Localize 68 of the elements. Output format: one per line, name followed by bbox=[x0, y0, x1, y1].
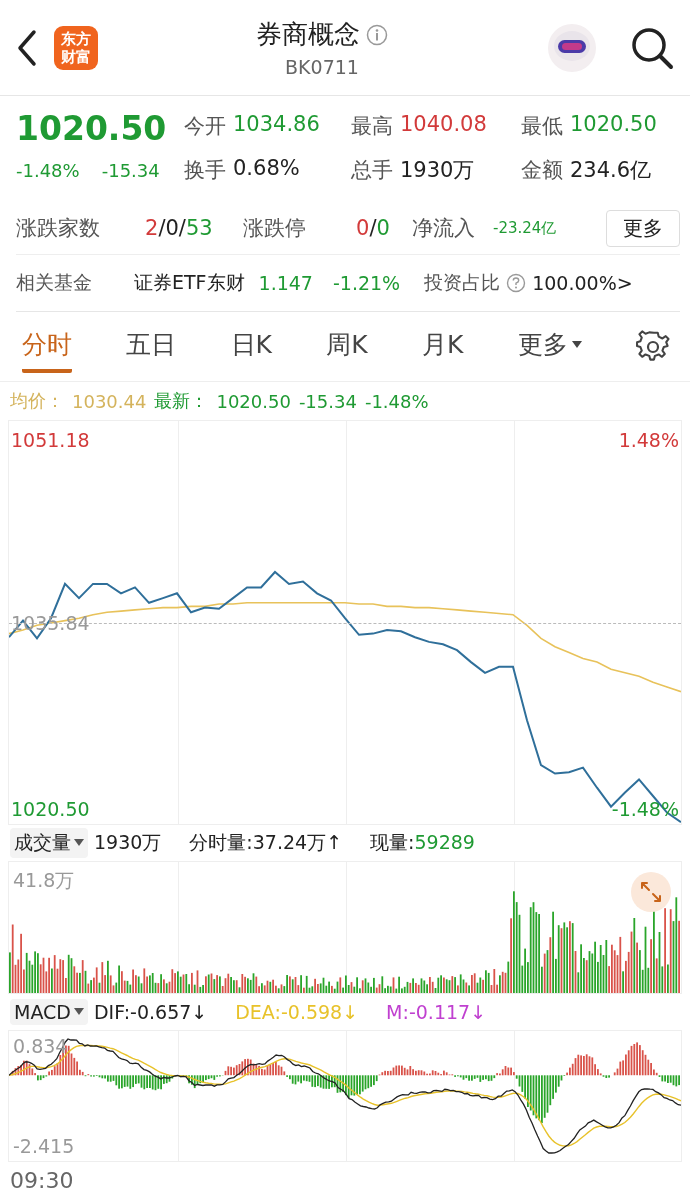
stat-value: 1930万 bbox=[400, 157, 475, 184]
caret-icon bbox=[571, 340, 582, 349]
stat-label: 最低 bbox=[521, 113, 563, 140]
axis-label: -2.415 bbox=[13, 1135, 75, 1157]
stat-value: -23.24亿 bbox=[493, 218, 558, 238]
stat-label: 今开 bbox=[184, 113, 226, 140]
app-logo: 东方 财富 bbox=[54, 25, 98, 70]
chart-tab[interactable]: 周K bbox=[326, 320, 368, 373]
chart-tab[interactable]: 月K bbox=[422, 320, 464, 373]
page-title: 券商概念 bbox=[256, 18, 360, 51]
stat-label: 金额 bbox=[521, 157, 563, 184]
chevron-text[interactable]: > bbox=[616, 272, 633, 294]
axis-label: 1051.18 bbox=[11, 429, 90, 451]
latest-change: -15.34 bbox=[298, 390, 357, 412]
latest-price: 1020.50 bbox=[216, 390, 291, 412]
stat-value: 0/0 bbox=[356, 216, 391, 240]
chart-tab[interactable]: 日K bbox=[230, 320, 272, 373]
fund-name[interactable]: 证券ETF东财 bbox=[134, 270, 245, 296]
stat-value: 1040.08 bbox=[400, 112, 487, 138]
stat-value: 1020.50 bbox=[570, 112, 657, 138]
robot-assistant-icon[interactable] bbox=[546, 21, 598, 74]
latest-change-percent: -1.48% bbox=[364, 390, 429, 412]
dea-value: DEA:-0.598↓ bbox=[235, 1001, 359, 1023]
dif-value: DIF:-0.657↓ bbox=[93, 1001, 208, 1023]
more-dropdown[interactable]: 更多 bbox=[517, 320, 582, 373]
info-icon[interactable] bbox=[366, 23, 388, 46]
average-price: 1030.44 bbox=[72, 390, 147, 412]
stat-label: 总手 bbox=[351, 157, 393, 184]
change-percent: -1.48% bbox=[16, 160, 80, 181]
average-price-label: 均价： bbox=[10, 389, 64, 413]
change-amount: -15.34 bbox=[101, 160, 160, 181]
stat-value: 234.6亿 bbox=[570, 157, 652, 184]
stat-label: 最高 bbox=[351, 113, 393, 140]
help-icon[interactable] bbox=[506, 273, 527, 293]
axis-label: 1020.50 bbox=[11, 798, 90, 820]
current-volume: 现量:59289 bbox=[370, 830, 475, 855]
indicator-selector[interactable]: MACD bbox=[10, 999, 88, 1025]
fund-label: 相关基金 bbox=[16, 270, 93, 295]
chart-tab[interactable]: 分时 bbox=[22, 320, 72, 373]
stat-value: 1034.86 bbox=[233, 112, 320, 138]
search-icon[interactable] bbox=[630, 25, 674, 70]
ratio-label: 投资占比 bbox=[424, 270, 501, 295]
stat-value: 2/0/53 bbox=[145, 216, 214, 240]
stat-label: 涨跌家数 bbox=[16, 215, 101, 242]
caret-icon bbox=[74, 839, 84, 847]
board-code: BK0711 bbox=[285, 56, 359, 78]
latest-label: 最新： bbox=[154, 389, 209, 413]
fund-price: 1.147 bbox=[258, 272, 313, 294]
stat-value: 0.68% bbox=[233, 156, 300, 182]
stat-label: 涨跌停 bbox=[243, 215, 307, 242]
stat-label: 净流入 bbox=[412, 215, 476, 242]
ratio-value: 100.00% bbox=[532, 272, 617, 294]
more-button[interactable]: 更多 bbox=[606, 209, 680, 247]
time-label: 09:30 bbox=[10, 1168, 74, 1193]
axis-label: 1.48% bbox=[618, 429, 679, 451]
settings-icon[interactable] bbox=[636, 329, 670, 364]
back-icon[interactable] bbox=[16, 28, 38, 67]
interval-volume: 分时量:37.24万↑ bbox=[189, 830, 343, 855]
total-volume: 1930万 bbox=[94, 830, 162, 855]
chart-tab[interactable]: 五日 bbox=[126, 320, 177, 373]
stat-label: 换手 bbox=[184, 157, 226, 184]
caret-icon bbox=[73, 1008, 84, 1016]
expand-icon[interactable] bbox=[631, 872, 671, 912]
indicator-selector[interactable]: 成交量 bbox=[10, 828, 88, 858]
axis-label: 41.8万 bbox=[13, 868, 75, 893]
last-price: 1020.50 bbox=[16, 108, 167, 150]
m-value: M:-0.117↓ bbox=[386, 1001, 487, 1023]
fund-change: -1.21% bbox=[332, 272, 401, 294]
